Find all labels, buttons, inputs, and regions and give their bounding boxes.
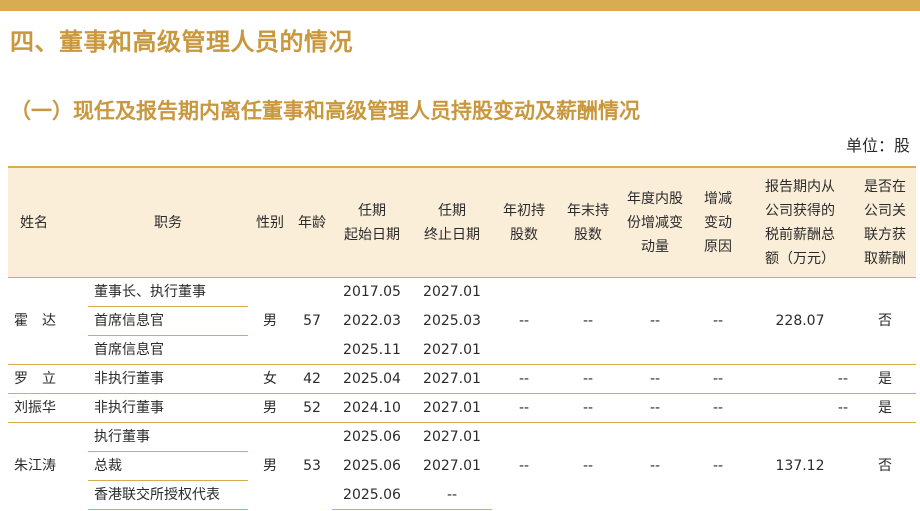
pay-cell: 137.12: [746, 422, 854, 510]
start-date-cell: 2025.06: [332, 422, 412, 452]
shares-end-cell: --: [556, 364, 620, 394]
section-title: 四、董事和高级管理人员的情况: [10, 28, 353, 56]
role-cell: 总裁: [88, 451, 248, 481]
header-related-pay: 是否在 公司关 联方获 取薪酬: [854, 166, 916, 278]
header-start: 任期 起始日期: [332, 166, 412, 278]
top-accent-bar: [0, 0, 920, 11]
shares-change-cell: --: [620, 393, 690, 423]
change-reason-cell: --: [712, 313, 724, 329]
end-date-cell: 2025.03: [423, 313, 481, 329]
start-date-cell: 2024.10: [332, 393, 412, 423]
header-role: 职务: [88, 166, 248, 278]
shares-change-cell: --: [649, 313, 661, 329]
end-date-cell: 2027.01: [423, 458, 481, 474]
shares-begin-cell: --: [492, 422, 556, 510]
start-date-cell: 2022.03: [343, 313, 401, 329]
pay-cell: --: [746, 393, 854, 423]
age-cell: 53: [292, 422, 332, 510]
end-date-cell: 2027.01: [412, 393, 492, 423]
pay-cell: --: [746, 364, 854, 394]
person-name: 罗 立: [8, 364, 88, 394]
header-change-reason: 增减 变动 原因: [690, 166, 746, 278]
table-header-row: 姓名 职务 性别 年龄 任期 起始日期 任期 终止日期 年初持 股数 年末持 股数 年度…: [8, 166, 916, 278]
age-cell: 42: [292, 364, 332, 394]
change-reason-cell: --: [690, 393, 746, 423]
header-age: 年龄: [292, 166, 332, 278]
shares-begin-cell: --: [492, 364, 556, 394]
role-cell: 非执行董事: [88, 364, 248, 394]
subsection-title: （一）现任及报告期内离任董事和高级管理人员持股变动及薪酬情况: [10, 99, 640, 123]
header-name: 姓名: [8, 166, 88, 278]
age-cell: 52: [292, 393, 332, 423]
start-date-cell: 2025.04: [332, 364, 412, 394]
role-cell: 董事长、执行董事: [88, 277, 248, 307]
table-row: 朱江涛 执行董事 男 53 2025.06 2027.01 -- -- -- -…: [8, 422, 916, 510]
role-cell: 首席信息官: [94, 342, 164, 358]
header-shares-change: 年度内股 份增减变 动量: [620, 166, 690, 278]
shares-begin-cell: --: [492, 393, 556, 423]
shares-end-cell: --: [556, 422, 620, 510]
table-row: 刘振华 非执行董事 男 52 2024.10 2027.01 -- -- -- …: [8, 393, 916, 423]
person-name: 刘振华: [8, 393, 88, 423]
gender-cell: 男: [263, 313, 277, 329]
role-cell: 执行董事: [88, 422, 248, 452]
executive-holdings-table: 姓名 职务 性别 年龄 任期 起始日期 任期 终止日期 年初持 股数 年末持 股数 年度…: [8, 166, 916, 510]
shares-end-cell: --: [556, 393, 620, 423]
header-shares-end: 年末持 股数: [556, 166, 620, 278]
unit-label: 单位：股: [845, 136, 910, 155]
shares-begin-cell: --: [518, 313, 530, 329]
gender-cell: 男: [248, 393, 292, 423]
header-pay: 报告期内从 公司获得的 税前薪酬总 额（万元）: [746, 166, 854, 278]
start-date-cell: 2017.05: [343, 284, 401, 301]
role-cell: 非执行董事: [88, 393, 248, 423]
end-date-cell: 2027.01: [423, 341, 481, 358]
change-reason-cell: --: [690, 364, 746, 394]
gender-cell: 女: [248, 364, 292, 394]
shares-end-cell: --: [582, 313, 594, 329]
role-cell: 香港联交所授权代表: [88, 480, 248, 510]
header-shares-begin: 年初持 股数: [492, 166, 556, 278]
shares-change-cell: --: [620, 422, 690, 510]
end-date-cell: 2027.01: [412, 364, 492, 394]
table-row: 罗 立 非执行董事 女 42 2025.04 2027.01 -- -- -- …: [8, 364, 916, 394]
shares-change-cell: --: [620, 364, 690, 394]
start-date-cell: 2025.11: [343, 341, 401, 358]
table-row: 霍 达 董事长、执行董事 男 57 2017.05 2027.01 -- -- …: [8, 277, 916, 329]
related-pay-cell: 否: [854, 422, 916, 510]
person-name: 霍 达: [14, 313, 56, 329]
start-date-cell: 2025.06: [343, 458, 401, 474]
related-pay-cell: 否: [878, 313, 892, 329]
change-reason-cell: --: [690, 422, 746, 510]
related-pay-cell: 是: [854, 364, 916, 394]
end-date-cell: 2027.01: [423, 284, 481, 301]
start-date-cell: 2025.06: [332, 480, 412, 510]
pay-cell: 228.07: [775, 313, 825, 329]
header-gender: 性别: [248, 166, 292, 278]
related-pay-cell: 是: [854, 393, 916, 423]
person-name: 朱江涛: [8, 422, 88, 510]
header-end: 任期 终止日期: [412, 166, 492, 278]
gender-cell: 男: [248, 422, 292, 510]
end-date-cell: 2027.01: [412, 422, 492, 452]
end-date-cell: --: [412, 480, 492, 510]
age-cell: 57: [303, 313, 321, 329]
role-cell: 首席信息官: [88, 306, 248, 336]
